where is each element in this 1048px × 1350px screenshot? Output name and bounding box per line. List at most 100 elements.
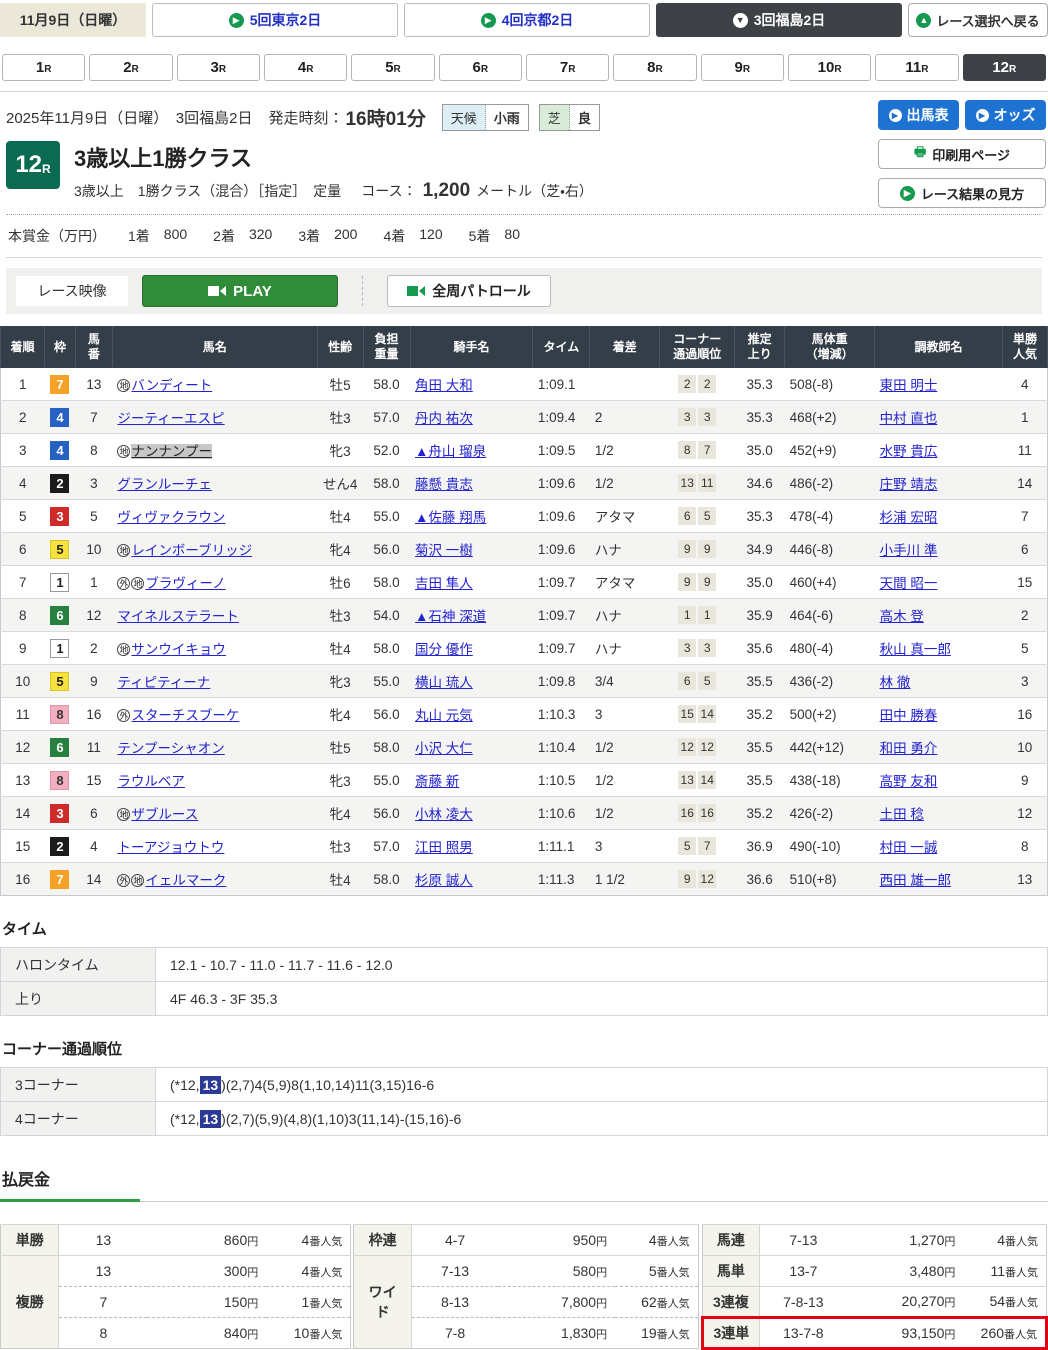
odds-button[interactable]: ▶ オッズ — [965, 100, 1046, 130]
payout-unit: 円 — [596, 1267, 607, 1279]
horse-name-link[interactable]: サンウイキョウ — [131, 642, 226, 657]
day-tab-4回京都2日[interactable]: ▶4回京都2日 — [404, 3, 650, 37]
horse-weight: 452(+9) — [785, 434, 875, 467]
horse-name-link[interactable]: バンディート — [131, 378, 212, 393]
prize-amount: 80 — [504, 226, 520, 246]
horse-name-link[interactable]: ザブルース — [131, 807, 198, 822]
race-tab-5r[interactable]: 5R — [351, 54, 434, 81]
shutsubahyo-button[interactable]: ▶ 出馬表 — [878, 100, 959, 130]
jockey-link[interactable]: 斎藤 新 — [415, 774, 459, 789]
prize-label: 本賞金（万円） — [8, 226, 106, 246]
trainer-link[interactable]: 田中 勝春 — [880, 708, 938, 723]
jockey-link[interactable]: ▲舟山 瑠泉 — [415, 444, 486, 459]
trainer-link[interactable]: 土田 稔 — [880, 807, 924, 822]
win-popularity: 13 — [1002, 863, 1047, 896]
jockey-link[interactable]: 小沢 大仁 — [415, 741, 473, 756]
trainer-link[interactable]: 高野 友和 — [880, 774, 938, 789]
jockey-link[interactable]: 吉田 隼人 — [415, 576, 473, 591]
race-tab-9r[interactable]: 9R — [701, 54, 784, 81]
race-tab-7r[interactable]: 7R — [526, 54, 609, 81]
finish-time: 1:10.3 — [533, 698, 590, 731]
win-popularity: 3 — [1002, 665, 1047, 698]
horse-name-link[interactable]: イェルマーク — [145, 873, 226, 888]
trainer-link[interactable]: 秋山 真一郎 — [880, 642, 951, 657]
horse-name-link[interactable]: ジーティーエスピ — [117, 411, 224, 426]
finish-position: 12 — [1, 731, 45, 764]
horse-number: 12 — [75, 599, 112, 632]
race-tab-4r[interactable]: 4R — [264, 54, 347, 81]
race-number: 8 — [647, 59, 655, 76]
race-tab-12r[interactable]: 12R — [963, 54, 1046, 81]
race-tab-2r[interactable]: 2R — [89, 54, 172, 81]
trainer-link[interactable]: 村田 一誠 — [880, 840, 938, 855]
jockey-link[interactable]: 丹内 祐次 — [415, 411, 473, 426]
corner-positions: 65 — [660, 500, 735, 533]
trainer-link[interactable]: 西田 雄一郎 — [880, 873, 951, 888]
prize-values: 1着8002着3203着2004着1205着80 — [128, 226, 520, 246]
jockey-cell: 小林 凌大 — [410, 797, 533, 830]
race-tab-11r[interactable]: 11R — [875, 54, 958, 81]
course-label: コース： — [361, 181, 416, 201]
frame-number: 8 — [50, 771, 69, 790]
trainer-link[interactable]: 小手川 準 — [880, 543, 938, 558]
prize-place: 4着 — [383, 226, 405, 246]
horse-name-link[interactable]: ティピティーナ — [117, 675, 210, 690]
finish-position: 9 — [1, 632, 45, 665]
corner-position: 6 — [678, 507, 696, 525]
horse-name-link[interactable]: ラウルベア — [117, 774, 185, 789]
frame-cell: 7 — [44, 368, 75, 401]
jockey-link[interactable]: 藤懸 貴志 — [415, 477, 473, 492]
corner-position: 9 — [678, 870, 696, 888]
win-popularity: 8 — [1002, 830, 1047, 863]
horse-name-link[interactable]: ヴィヴァクラウン — [117, 510, 225, 525]
horse-name-link[interactable]: グランルーチェ — [117, 477, 212, 492]
horse-name-link[interactable]: マイネルステラート — [117, 609, 239, 624]
jockey-cell: 国分 優作 — [410, 632, 533, 665]
trainer-link[interactable]: 庄野 靖志 — [880, 477, 938, 492]
race-number: 10 — [818, 59, 835, 76]
jockey-link[interactable]: 横山 琉人 — [415, 675, 473, 690]
jockey-link[interactable]: ▲佐藤 翔馬 — [415, 510, 486, 525]
finish-time: 1:09.1 — [533, 368, 590, 401]
race-tab-3r[interactable]: 3R — [177, 54, 260, 81]
jockey-link[interactable]: ▲石神 深道 — [415, 609, 486, 624]
play-button[interactable]: PLAY — [142, 275, 338, 307]
trainer-link[interactable]: 林 徹 — [880, 675, 911, 690]
jockey-link[interactable]: 杉原 誠人 — [415, 873, 473, 888]
jockey-link[interactable]: 菊沢 一樹 — [415, 543, 473, 558]
print-page-button[interactable]: 🖶 印刷用ページ — [878, 139, 1046, 169]
day-tab-3回福島2日[interactable]: ▼3回福島2日 — [656, 3, 902, 37]
payout-row-3連複: 3連複7-8-1320,270円54番人気 — [702, 1287, 1046, 1318]
horse-name-link[interactable]: ナンナンプー — [131, 444, 212, 459]
race-tab-1r[interactable]: 1R — [2, 54, 85, 81]
patrol-label: 全周パトロール — [432, 281, 530, 301]
race-tab-10r[interactable]: 10R — [788, 54, 871, 81]
trainer-link[interactable]: 東田 明士 — [880, 378, 938, 393]
horse-name-link[interactable]: ブラヴィーノ — [145, 576, 225, 591]
day-tab-5回東京2日[interactable]: ▶5回東京2日 — [152, 3, 398, 37]
payout-row-単勝: 単勝13860円4番人気 — [1, 1225, 351, 1256]
race-tab-8r[interactable]: 8R — [613, 54, 696, 81]
jockey-link[interactable]: 角田 大和 — [415, 378, 473, 393]
back-to-race-select-button[interactable]: ▲ レース選択へ戻る — [908, 3, 1048, 37]
trainer-link[interactable]: 中村 直也 — [880, 411, 938, 426]
jockey-link[interactable]: 国分 優作 — [415, 642, 473, 657]
jockey-link[interactable]: 江田 照男 — [415, 840, 473, 855]
trainer-link[interactable]: 天間 昭一 — [880, 576, 938, 591]
finish-position: 11 — [1, 698, 45, 731]
result-guide-button[interactable]: ▶ レース結果の見方 — [878, 178, 1046, 208]
jockey-link[interactable]: 小林 凌大 — [415, 807, 473, 822]
horse-name-link[interactable]: テンプーシャオン — [117, 741, 224, 756]
horse-name-link[interactable]: トーアジョウトウ — [117, 840, 224, 855]
race-tab-6r[interactable]: 6R — [439, 54, 522, 81]
trainer-link[interactable]: 高木 登 — [880, 609, 924, 624]
trainer-link[interactable]: 和田 勇介 — [880, 741, 938, 756]
jockey-link[interactable]: 丸山 元気 — [415, 708, 473, 723]
horse-name-link[interactable]: レインボーブリッジ — [131, 543, 252, 558]
corner-order-table: 3コーナー(*12,13)(2,7)4(5,9)8(1,10,14)11(3,1… — [0, 1067, 1048, 1136]
trainer-link[interactable]: 杉浦 宏昭 — [880, 510, 938, 525]
trainer-link[interactable]: 水野 貴広 — [880, 444, 938, 459]
last-3f: 35.0 — [735, 566, 785, 599]
horse-name-link[interactable]: スターチスブーケ — [131, 708, 239, 723]
patrol-video-button[interactable]: 全周パトロール — [387, 275, 551, 307]
